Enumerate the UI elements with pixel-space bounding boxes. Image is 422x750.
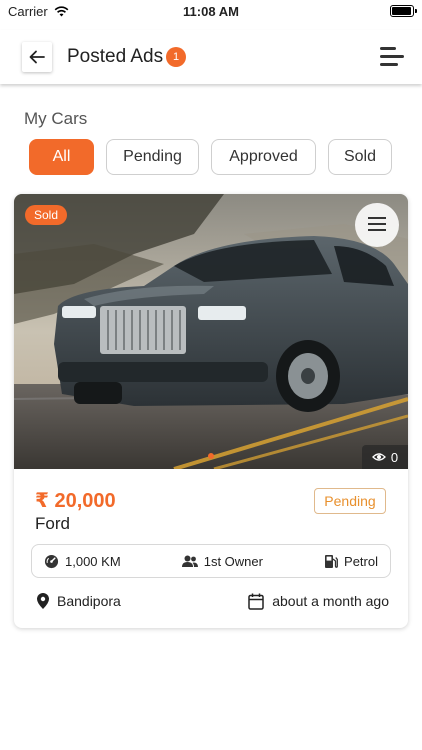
- listing-meta: Bandipora about a month ago: [37, 590, 389, 612]
- status-time: 11:08 AM: [183, 4, 239, 19]
- users-icon: [181, 555, 198, 567]
- spec-owner-label: 1st Owner: [203, 553, 263, 569]
- eye-icon: [371, 453, 386, 461]
- spec-owner: 1st Owner: [181, 553, 263, 569]
- spec-fuel-label: Petrol: [344, 553, 378, 569]
- count-badge: 1: [166, 47, 186, 67]
- views-count: 0: [390, 449, 399, 465]
- section-title: My Cars: [24, 109, 88, 128]
- sort-menu-icon: [380, 47, 396, 50]
- status-badge: Pending: [314, 488, 386, 514]
- filter-pending[interactable]: Pending: [106, 139, 199, 175]
- calendar-icon: [248, 593, 264, 610]
- sort-menu-icon-bar: [380, 55, 404, 58]
- sort-menu-icon-bar: [380, 63, 398, 66]
- filter-all[interactable]: All: [29, 139, 94, 175]
- filter-sold[interactable]: Sold: [328, 139, 392, 175]
- posted-date: about a month ago: [248, 593, 389, 610]
- status-bar: Carrier 11:08 AM: [0, 0, 422, 24]
- location-pin-icon: [37, 593, 49, 609]
- spec-kilometers: 1,000 KM: [44, 554, 121, 569]
- arrow-left-icon: [29, 50, 45, 64]
- app-header: Posted Ads 1: [0, 30, 422, 84]
- fuel-pump-icon: [325, 554, 338, 568]
- car-listing-card[interactable]: Sold 0 ₹ 20,000 Ford Pending 1,000 KM 1s…: [14, 194, 408, 628]
- car-photo[interactable]: Sold 0: [14, 194, 408, 469]
- location: Bandipora: [37, 593, 121, 609]
- car-name: Ford: [35, 514, 70, 533]
- carousel-indicator[interactable]: [208, 453, 214, 459]
- card-options-button[interactable]: [355, 203, 399, 247]
- speedometer-icon: [44, 554, 59, 568]
- sold-tag: Sold: [25, 205, 68, 225]
- views-badge: 0: [362, 445, 408, 469]
- hamburger-icon: [368, 217, 386, 219]
- hamburger-icon-bar: [368, 229, 386, 231]
- car-specs: 1,000 KM 1st Owner Petrol: [31, 544, 391, 578]
- price: ₹ 20,000: [35, 490, 116, 512]
- filter-approved[interactable]: Approved: [211, 139, 316, 175]
- spec-km-label: 1,000 KM: [65, 553, 121, 569]
- sort-menu-button[interactable]: [380, 47, 404, 67]
- hamburger-icon-bar: [368, 223, 386, 225]
- spec-fuel: Petrol: [324, 554, 378, 569]
- filter-tabs: All Pending Approved Sold: [29, 139, 392, 175]
- back-button[interactable]: [22, 42, 52, 72]
- car-photo-illustration: [14, 194, 408, 469]
- page-title: Posted Ads: [67, 46, 164, 67]
- location-label: Bandipora: [57, 593, 121, 609]
- posted-date-label: about a month ago: [272, 593, 389, 609]
- battery-icon: [390, 5, 417, 17]
